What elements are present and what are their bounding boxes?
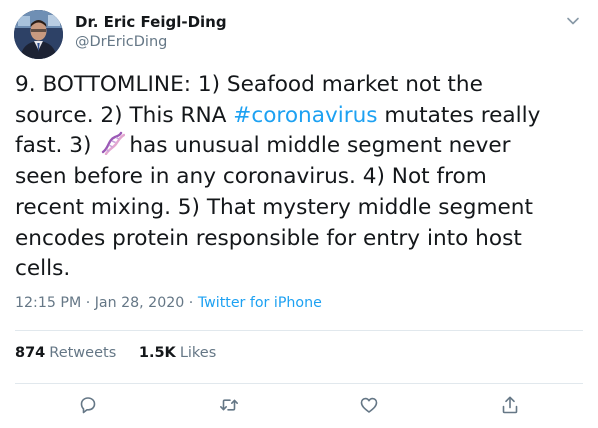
tweet-line: seen before in any coronavirus. 4) Not f… [15,162,590,193]
tweet-text-segment: fast. 3) [15,133,99,159]
tweet-time[interactable]: 12:15 PM [15,295,81,311]
user-handle[interactable]: @DrEricDing [75,34,167,50]
divider [15,383,583,384]
chevron-down-icon[interactable] [564,12,582,30]
divider [15,330,583,331]
tweet-metadata: 12:15 PM · Jan 28, 2020 · Twitter for iP… [15,295,322,311]
tweet-text-segment: seen before in any coronavirus. 4) Not f… [15,164,487,190]
share-icon[interactable] [499,394,521,416]
tweet-text-segment: has unusual middle segment never [129,133,511,159]
tweet-line: source. 2) This RNA #coronavirus mutates… [15,101,590,132]
meta-separator: · [81,295,95,311]
hashtag-link[interactable]: #coronavirus [233,103,377,128]
tweet-text-segment: mutates really [377,102,541,128]
retweet-icon[interactable] [218,394,240,416]
tweet-line: 9. BOTTOMLINE: 1) Seafood market not the [15,70,590,101]
tweet-text-segment: recent mixing. 5) That mystery middle se… [15,194,533,220]
tweet-text-segment: 9. BOTTOMLINE: 1) Seafood market not the [15,72,483,97]
reply-icon[interactable] [77,394,99,416]
tweet-text-segment: cells. [15,256,71,282]
tweet-text-segment: source. 2) This RNA [15,102,234,128]
tweet-line: encodes protein responsible for entry in… [15,224,590,255]
tweet-source-link[interactable]: Twitter for iPhone [198,295,322,311]
tweet-text-segment: encodes protein responsible for entry in… [15,225,522,251]
avatar[interactable] [14,10,63,59]
tweet-date[interactable]: Jan 28, 2020 [95,295,185,311]
tweet-card: Dr. Eric Feigl-Ding @DrEricDing 9. BOTTO… [0,0,598,428]
retweets-stat[interactable]: 874 Retweets [15,345,116,361]
likes-count: 1.5K [138,345,176,361]
tweet-line: fast. 3) has unusual middle segment neve… [15,131,590,162]
likes-stat[interactable]: 1.5K Likes [139,345,216,361]
retweets-label: Retweets [49,345,117,361]
likes-label: Likes [179,345,217,361]
display-name[interactable]: Dr. Eric Feigl-Ding [75,13,227,31]
tweet-text: 9. BOTTOMLINE: 1) Seafood market not the… [15,70,590,285]
engagement-stats: 874 Retweets 1.5K Likes [15,345,234,361]
meta-separator: · [184,295,198,311]
tweet-line: recent mixing. 5) That mystery middle se… [15,193,590,224]
like-icon[interactable] [358,394,380,416]
tweet-line: cells. [15,254,590,285]
dna-icon [99,131,126,156]
retweets-count: 874 [15,345,46,361]
